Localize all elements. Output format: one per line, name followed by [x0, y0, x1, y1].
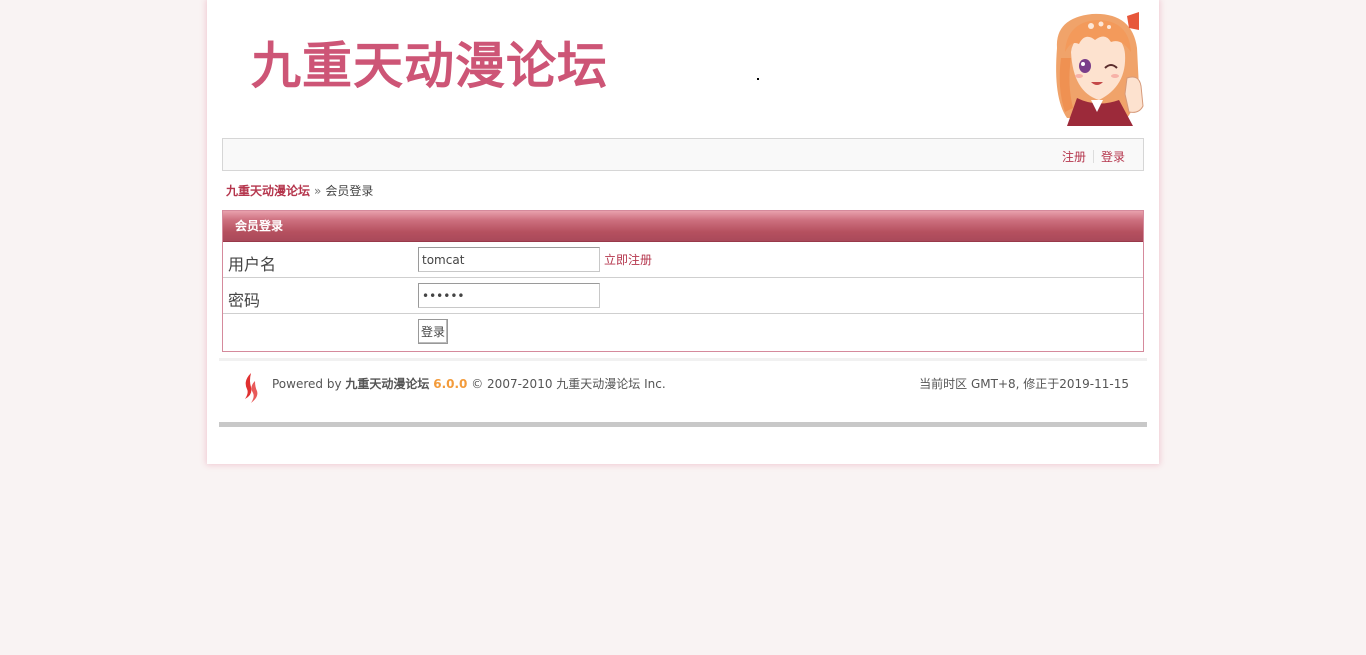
- powered-by-text: Powered by 九重天动漫论坛 6.0.0 © 2007-2010 九重天…: [272, 375, 666, 392]
- footer: Powered by 九重天动漫论坛 6.0.0 © 2007-2010 九重天…: [219, 361, 1147, 423]
- login-panel-title: 会员登录: [223, 211, 1143, 242]
- breadcrumb-home-link[interactable]: 九重天动漫论坛: [226, 184, 310, 198]
- login-link[interactable]: 登录: [1101, 148, 1125, 165]
- register-link[interactable]: 注册: [1062, 148, 1086, 165]
- register-now-link[interactable]: 立即注册: [604, 251, 652, 268]
- footer-bottom-bar: [219, 422, 1147, 427]
- username-label: 用户名: [228, 255, 277, 274]
- decorative-dot: [757, 78, 759, 80]
- anime-mascot-icon: [1056, 12, 1144, 126]
- login-panel: 会员登录 用户名 立即注册 密码 登录: [222, 210, 1144, 352]
- password-row: 密码: [223, 278, 1143, 314]
- nav-separator: [1092, 150, 1094, 163]
- breadcrumb-separator: »: [314, 184, 322, 198]
- password-input[interactable]: [418, 283, 600, 308]
- copyright-text: © 2007-2010 九重天动漫论坛 Inc.: [471, 377, 666, 391]
- top-nav-bar: 注册 登录: [222, 138, 1144, 171]
- version-badge: 6.0.0: [433, 377, 468, 391]
- powered-forum-name[interactable]: 九重天动漫论坛: [345, 377, 429, 391]
- submit-row: 登录: [223, 314, 1143, 350]
- login-submit-button[interactable]: 登录: [418, 319, 448, 344]
- page-container: 九重天动漫论坛 注册 登录 九重天动漫论坛 » 会员登录 会员登录 用户名 to…: [207, 0, 1159, 464]
- timezone-text: 当前时区 GMT+8, 修正于2019-11-15: [919, 377, 1129, 391]
- user-links: 注册 登录: [1062, 148, 1125, 165]
- powered-prefix: Powered by: [272, 377, 342, 391]
- flame-icon: [245, 373, 258, 403]
- breadcrumb: 九重天动漫论坛 » 会员登录: [226, 182, 373, 199]
- username-row: 用户名 立即注册: [223, 242, 1143, 278]
- breadcrumb-current: 会员登录: [325, 184, 374, 198]
- password-label: 密码: [228, 291, 261, 310]
- forum-logo[interactable]: 九重天动漫论坛: [251, 36, 608, 96]
- username-input[interactable]: [418, 247, 600, 272]
